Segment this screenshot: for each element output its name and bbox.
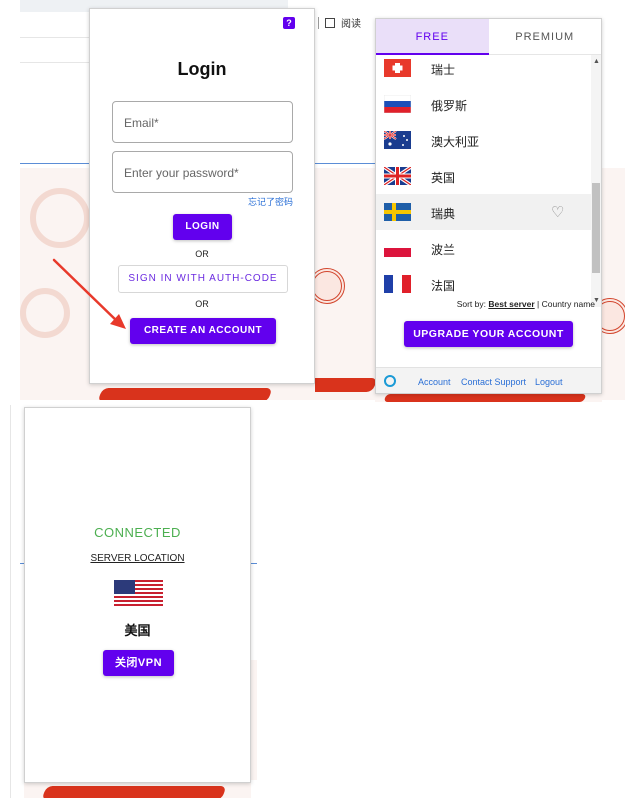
seal-stamp	[602, 298, 625, 334]
server-name: 瑞典	[431, 207, 456, 221]
panel-footer: Account Contact Support Logout	[376, 367, 601, 393]
server-row-russia[interactable]: 俄罗斯	[376, 86, 591, 122]
favorite-heart-icon[interactable]: ♡	[551, 203, 564, 221]
australia-flag-icon	[384, 131, 411, 149]
server-list: 瑞士 俄罗斯 澳大利亚 英国 瑞典 ♡ 波兰 法国	[376, 55, 591, 303]
scroll-up-icon[interactable]: ▲	[593, 58, 600, 65]
background-toolbar: 阅读	[318, 15, 361, 30]
background-calligraphy-image	[251, 660, 257, 780]
connected-country: 美国	[124, 623, 151, 638]
usa-flag-icon	[114, 580, 163, 606]
sweden-flag-icon	[384, 203, 411, 221]
contact-support-link[interactable]: Contact Support	[461, 377, 526, 387]
france-flag-icon	[384, 275, 411, 293]
password-field[interactable]: Enter your password*	[112, 151, 293, 193]
auth-code-signin-button[interactable]: SIGN IN WITH AUTH-CODE	[118, 265, 288, 293]
app-logo-icon	[384, 375, 396, 387]
connection-status: CONNECTED	[94, 525, 181, 540]
reader-label: 阅读	[341, 19, 361, 30]
server-location-link[interactable]: SERVER LOCATION	[25, 553, 250, 564]
server-row-uk[interactable]: 英国	[376, 158, 591, 194]
sort-options: Sort by: Best server | Country name	[457, 299, 595, 309]
sort-best-server-link[interactable]: Best server	[488, 299, 534, 309]
uk-flag-icon	[384, 167, 411, 185]
ink-brushstroke	[41, 786, 227, 798]
server-name: 澳大利亚	[431, 135, 480, 149]
help-icon[interactable]: ?	[283, 17, 295, 29]
disconnect-vpn-button[interactable]: 关闭VPN	[103, 650, 174, 676]
background-blue-rule	[315, 163, 375, 164]
login-title: Login	[177, 59, 227, 79]
sort-separator: |	[534, 299, 542, 309]
login-button[interactable]: LOGIN	[173, 214, 232, 240]
background-divider	[20, 37, 90, 38]
switzerland-flag-icon	[384, 59, 411, 77]
calligraphy-stroke	[30, 188, 90, 248]
create-account-button[interactable]: CREATE AN ACCOUNT	[130, 318, 276, 344]
reader-list-icon	[325, 17, 335, 28]
account-link[interactable]: Account	[418, 377, 451, 387]
server-name: 波兰	[431, 243, 456, 257]
background-calligraphy-image	[24, 783, 251, 798]
server-row-australia[interactable]: 澳大利亚	[376, 122, 591, 158]
background-blue-rule	[20, 163, 90, 164]
poland-flag-icon	[384, 239, 411, 257]
sort-country-name-link[interactable]: Country name	[542, 299, 595, 309]
background-divider	[10, 405, 11, 798]
ink-brushstroke	[97, 388, 273, 400]
connected-panel: CONNECTED SERVER LOCATION 美国 关闭VPN	[24, 407, 251, 783]
background-divider	[20, 62, 90, 63]
screenshot-stage: 阅读 ? Login Email* Enter your password* 忘…	[0, 0, 625, 798]
server-name: 英国	[431, 171, 456, 185]
scrollbar-thumb[interactable]	[592, 183, 600, 273]
server-name: 俄罗斯	[431, 99, 468, 113]
ink-brushstroke	[383, 394, 587, 402]
forgot-password-link[interactable]: 忘记了密码	[248, 195, 293, 208]
server-list-scrollbar[interactable]: ▲ ▼	[591, 55, 601, 307]
background-calligraphy-image	[90, 384, 315, 400]
annotation-arrow-icon	[52, 258, 126, 329]
email-field[interactable]: Email*	[112, 101, 293, 143]
toolbar-separator	[318, 16, 319, 29]
logout-link[interactable]: Logout	[535, 377, 563, 387]
server-row-sweden[interactable]: 瑞典 ♡	[376, 194, 591, 230]
seal-stamp	[315, 268, 345, 304]
server-row-switzerland[interactable]: 瑞士	[376, 50, 591, 86]
server-row-france[interactable]: 法国	[376, 266, 591, 302]
upgrade-account-button[interactable]: UPGRADE YOUR ACCOUNT	[404, 321, 573, 347]
ink-brushstroke	[315, 378, 375, 392]
background-calligraphy-image	[375, 394, 602, 402]
server-row-poland[interactable]: 波兰	[376, 230, 591, 266]
sort-label: Sort by:	[456, 299, 486, 309]
server-name: 瑞士	[431, 63, 456, 77]
russia-flag-icon	[384, 95, 411, 113]
background-blue-rule	[251, 563, 257, 564]
server-list-panel: FREE PREMIUM 瑞士 俄罗斯 澳大利亚 英国 瑞典 ♡ 波兰 法国 ▲…	[375, 18, 602, 394]
server-name: 法国	[431, 279, 456, 293]
background-calligraphy-image	[602, 168, 625, 400]
background-calligraphy-image	[315, 168, 375, 400]
